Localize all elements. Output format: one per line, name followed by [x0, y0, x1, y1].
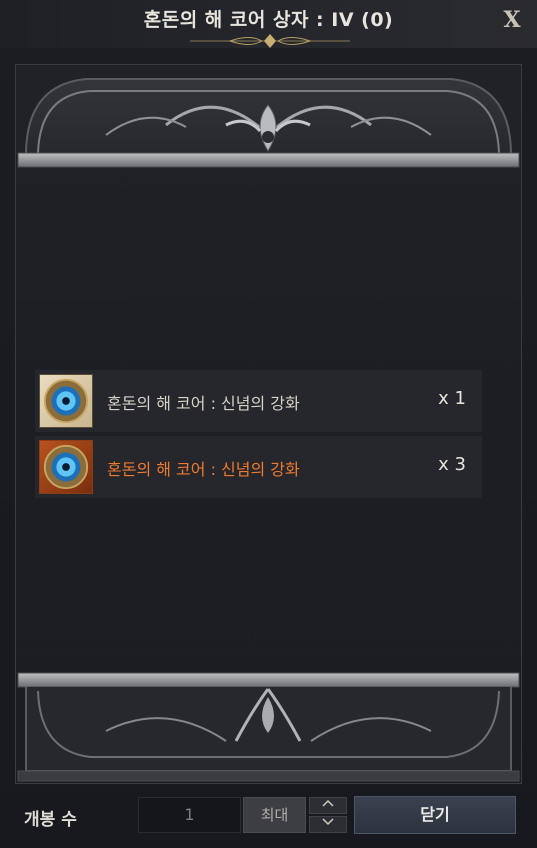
top-ornament-icon [17, 78, 520, 168]
close-button[interactable]: 닫기 [354, 796, 516, 834]
window-title: 혼돈의 해 코어 상자 : IV (0) [143, 9, 394, 31]
title-bar: 혼돈의 해 코어 상자 : IV (0) X [0, 0, 537, 48]
close-x-button[interactable]: X [499, 6, 525, 34]
item-quantity: x 1 [438, 388, 466, 409]
title-ornament-icon [190, 34, 350, 48]
item-name: 혼돈의 해 코어 : 신념의 강화 [107, 460, 300, 479]
bottom-ornament-icon [17, 672, 520, 782]
increment-button[interactable] [309, 797, 347, 814]
list-item[interactable]: 혼돈의 해 코어 : 신념의 강화 x 3 [35, 436, 482, 498]
core-box-window: 혼돈의 해 코어 상자 : IV (0) X 혼돈의 해 코어: 신념의 강화… [0, 0, 537, 848]
list-item[interactable]: 혼돈의 해 코어 : 신념의 강화 x 1 [35, 370, 482, 432]
decrement-button[interactable] [309, 816, 347, 833]
sun-core-icon [39, 440, 93, 494]
chevron-down-icon [322, 818, 334, 826]
open-count-label: 개봉 수 [24, 810, 77, 830]
item-quantity: x 3 [438, 454, 466, 475]
item-name: 혼돈의 해 코어 : 신념의 강화 [107, 394, 300, 413]
sun-core-icon [39, 374, 93, 428]
chevron-up-icon [322, 799, 334, 807]
reward-item-list: 혼돈의 해 코어 : 신념의 강화 x 1 혼돈의 해 코어 : 신념의 강화 … [35, 370, 482, 502]
max-button[interactable]: 최대 [243, 797, 306, 833]
open-count-input[interactable]: 1 [138, 797, 241, 833]
